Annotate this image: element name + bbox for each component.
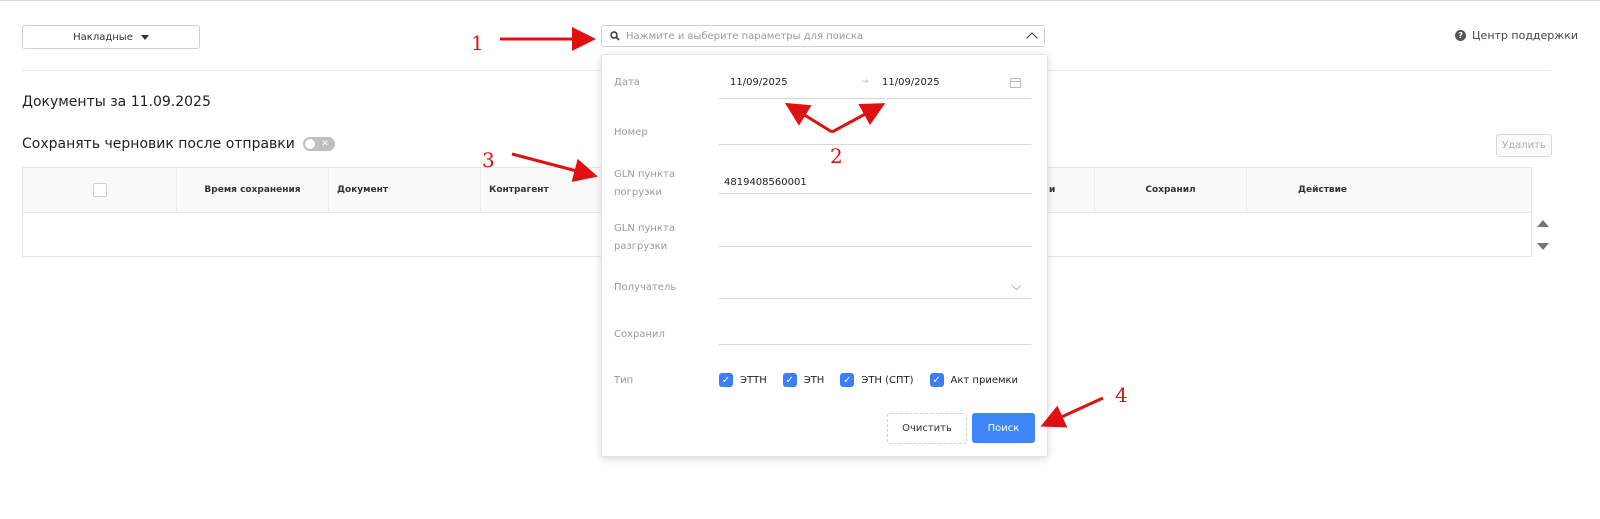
annotation-number-1: 1 bbox=[471, 31, 484, 55]
annotation-number-3: 3 bbox=[482, 148, 495, 172]
annotation-arrows bbox=[500, 27, 1104, 428]
annotation-arrow-4 bbox=[1040, 396, 1104, 428]
annotation-arrow-3 bbox=[511, 152, 598, 183]
annotation-arrow-2a bbox=[784, 102, 833, 134]
annotation-number-2: 2 bbox=[830, 144, 843, 168]
annotation-arrow-2b bbox=[831, 103, 886, 134]
annotation-number-4: 4 bbox=[1115, 383, 1128, 407]
